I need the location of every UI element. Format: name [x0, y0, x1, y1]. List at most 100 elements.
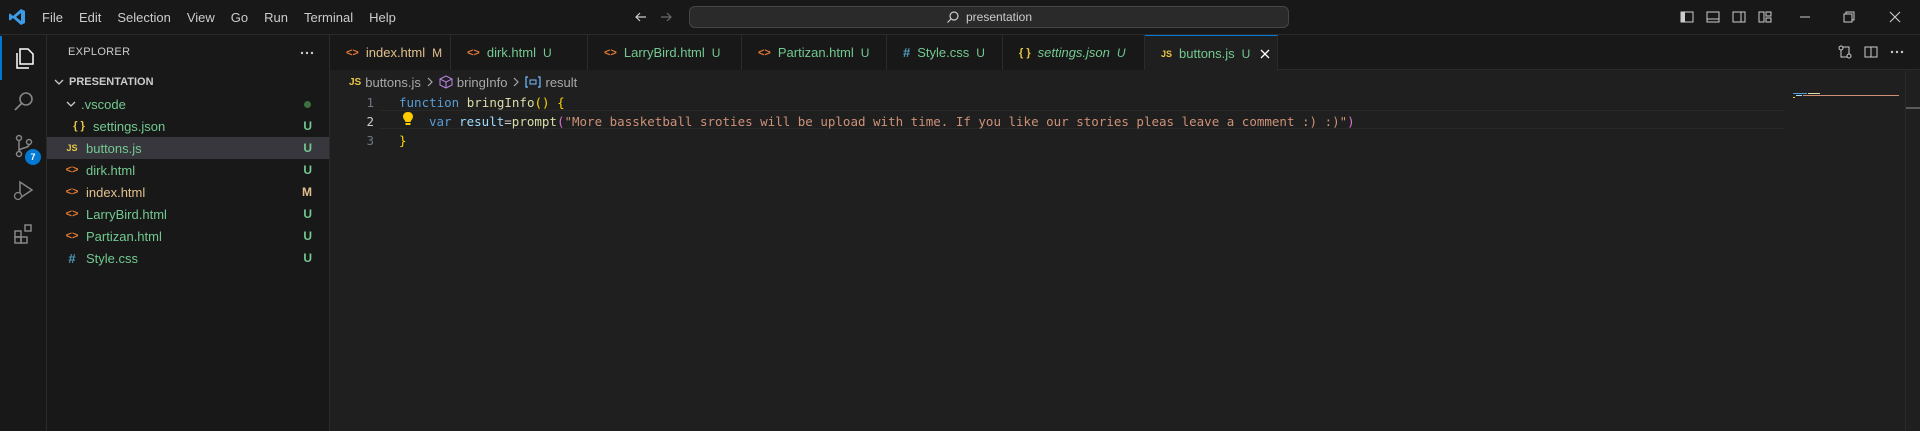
breadcrumb-variable[interactable]: result: [545, 75, 577, 90]
breadcrumb-function[interactable]: bringInfo: [457, 75, 508, 90]
tree-folder-vscode[interactable]: .vscode: [47, 93, 329, 115]
css-file-icon: #: [903, 45, 911, 60]
function-call-token: prompt: [511, 114, 557, 129]
git-status: U: [303, 141, 312, 155]
run-debug-icon[interactable]: [0, 168, 47, 212]
command-center-search[interactable]: presentation: [689, 6, 1289, 28]
tree-item-label: dirk.html: [86, 162, 136, 178]
menu-terminal[interactable]: Terminal: [296, 0, 361, 35]
tree-item-style-css[interactable]: # Style.css U: [47, 247, 329, 269]
source-control-icon[interactable]: 7: [0, 124, 47, 168]
search-activity-icon[interactable]: [0, 80, 47, 124]
json-file-icon: { }: [73, 120, 85, 132]
git-status: U: [303, 119, 312, 133]
minimize-icon[interactable]: [1797, 9, 1813, 25]
tab-settings-json[interactable]: { } settings.json U: [1003, 35, 1145, 70]
tab-buttons-js[interactable]: JS buttons.js U: [1145, 35, 1278, 71]
explorer-title: EXPLORER: [68, 46, 131, 58]
forward-arrow-icon[interactable]: [658, 9, 674, 25]
vscode-logo-icon: [8, 8, 26, 26]
explorer-icon[interactable]: [0, 36, 47, 80]
minimap-divider: [1905, 71, 1906, 431]
variable-icon: [525, 76, 542, 88]
tab-larrybird-html[interactable]: <> LarryBird.html U: [588, 35, 742, 70]
git-status: U: [303, 229, 312, 243]
menu-help[interactable]: Help: [361, 0, 404, 35]
tree-item-index-html[interactable]: <> index.html M: [47, 181, 329, 203]
line-number: 2: [366, 114, 374, 129]
search-text: presentation: [965, 10, 1033, 24]
back-arrow-icon[interactable]: [633, 9, 649, 25]
variable-token: result: [459, 114, 505, 129]
split-editor-icon[interactable]: [1863, 44, 1879, 60]
function-name-token: bringInfo: [466, 95, 535, 110]
tree-item-label: Partizan.html: [86, 228, 162, 244]
tab-style-css[interactable]: # Style.css U: [887, 35, 1003, 70]
menu-run[interactable]: Run: [256, 0, 296, 35]
tab-dirk-html[interactable]: <> dirk.html U: [451, 35, 588, 70]
code-line-1[interactable]: function bringInfo() {: [399, 93, 565, 112]
css-file-icon: #: [68, 250, 76, 266]
brace-token: {: [557, 95, 565, 110]
tab-status: M: [432, 45, 443, 60]
lightbulb-icon[interactable]: [401, 111, 415, 127]
line-number: 1: [366, 95, 374, 110]
js-file-icon: JS: [66, 143, 78, 153]
chevron-right-icon: [511, 77, 521, 87]
git-status: U: [303, 251, 312, 265]
tab-label: LarryBird.html: [623, 45, 705, 60]
tab-index-html[interactable]: <> index.html M: [330, 35, 451, 70]
modified-dot: [304, 100, 311, 108]
html-file-icon: <>: [346, 46, 359, 59]
tree-item-settings-json[interactable]: { } settings.json U: [47, 115, 329, 137]
folder-section-header[interactable]: PRESENTATION: [47, 71, 329, 93]
toggle-secondary-sidebar-icon[interactable]: [1731, 9, 1747, 25]
tree-item-dirk-html[interactable]: <> dirk.html U: [47, 159, 329, 181]
tree-item-partizan-html[interactable]: <> Partizan.html U: [47, 225, 329, 247]
keyword-token: var: [429, 114, 452, 129]
close-window-icon[interactable]: [1887, 9, 1903, 25]
editor-tabs: <> index.html M <> dirk.html U <> LarryB…: [330, 35, 1920, 71]
tab-partizan-html[interactable]: <> Partizan.html U: [742, 35, 887, 70]
scrollbar-thumb[interactable]: [1906, 107, 1920, 109]
tab-status: U: [711, 45, 721, 60]
extensions-icon[interactable]: [0, 212, 47, 256]
code-line-3[interactable]: }: [399, 131, 407, 150]
tree-item-label: settings.json: [93, 118, 166, 134]
tree-item-label: Style.css: [86, 250, 139, 266]
html-file-icon: <>: [65, 208, 79, 220]
toggle-primary-sidebar-icon[interactable]: [1679, 9, 1695, 25]
close-tab-icon[interactable]: [1258, 47, 1272, 61]
breadcrumb: JS buttons.js bringInfo result: [349, 71, 577, 93]
customize-layout-icon[interactable]: [1757, 9, 1773, 25]
restore-icon[interactable]: [1841, 9, 1857, 25]
git-status: U: [303, 163, 312, 177]
tab-label: Style.css: [917, 45, 970, 60]
string-token: "More bassketball sroties will be upload…: [564, 114, 1348, 129]
tree-item-buttons-js[interactable]: JS buttons.js U: [47, 137, 329, 159]
menu-go[interactable]: Go: [223, 0, 256, 35]
html-file-icon: <>: [467, 46, 480, 59]
tab-status: U: [1241, 46, 1251, 61]
toggle-panel-icon[interactable]: [1705, 9, 1721, 25]
menu-selection[interactable]: Selection: [109, 0, 178, 35]
breadcrumb-file[interactable]: buttons.js: [365, 75, 421, 90]
chevron-down-icon: [53, 76, 65, 88]
tab-label: buttons.js: [1179, 46, 1235, 61]
git-status: U: [303, 207, 312, 221]
menu-view[interactable]: View: [179, 0, 223, 35]
menu-file[interactable]: File: [34, 0, 71, 35]
minimap[interactable]: [1793, 93, 1903, 103]
tab-label: index.html: [365, 45, 426, 60]
tree-item-larrybird-html[interactable]: <> LarryBird.html U: [47, 203, 329, 225]
editor-more-icon[interactable]: [1889, 44, 1905, 60]
function-cube-icon: [439, 75, 453, 89]
open-changes-icon[interactable]: [1837, 44, 1853, 60]
tab-label: Partizan.html: [777, 45, 854, 60]
code-line-2[interactable]: var result=prompt("More bassketball srot…: [429, 112, 1355, 131]
tab-label: dirk.html: [486, 45, 536, 60]
more-actions-icon[interactable]: [299, 45, 315, 61]
menu-edit[interactable]: Edit: [71, 0, 109, 35]
line-number: 3: [366, 133, 374, 148]
tab-status: U: [976, 45, 985, 60]
